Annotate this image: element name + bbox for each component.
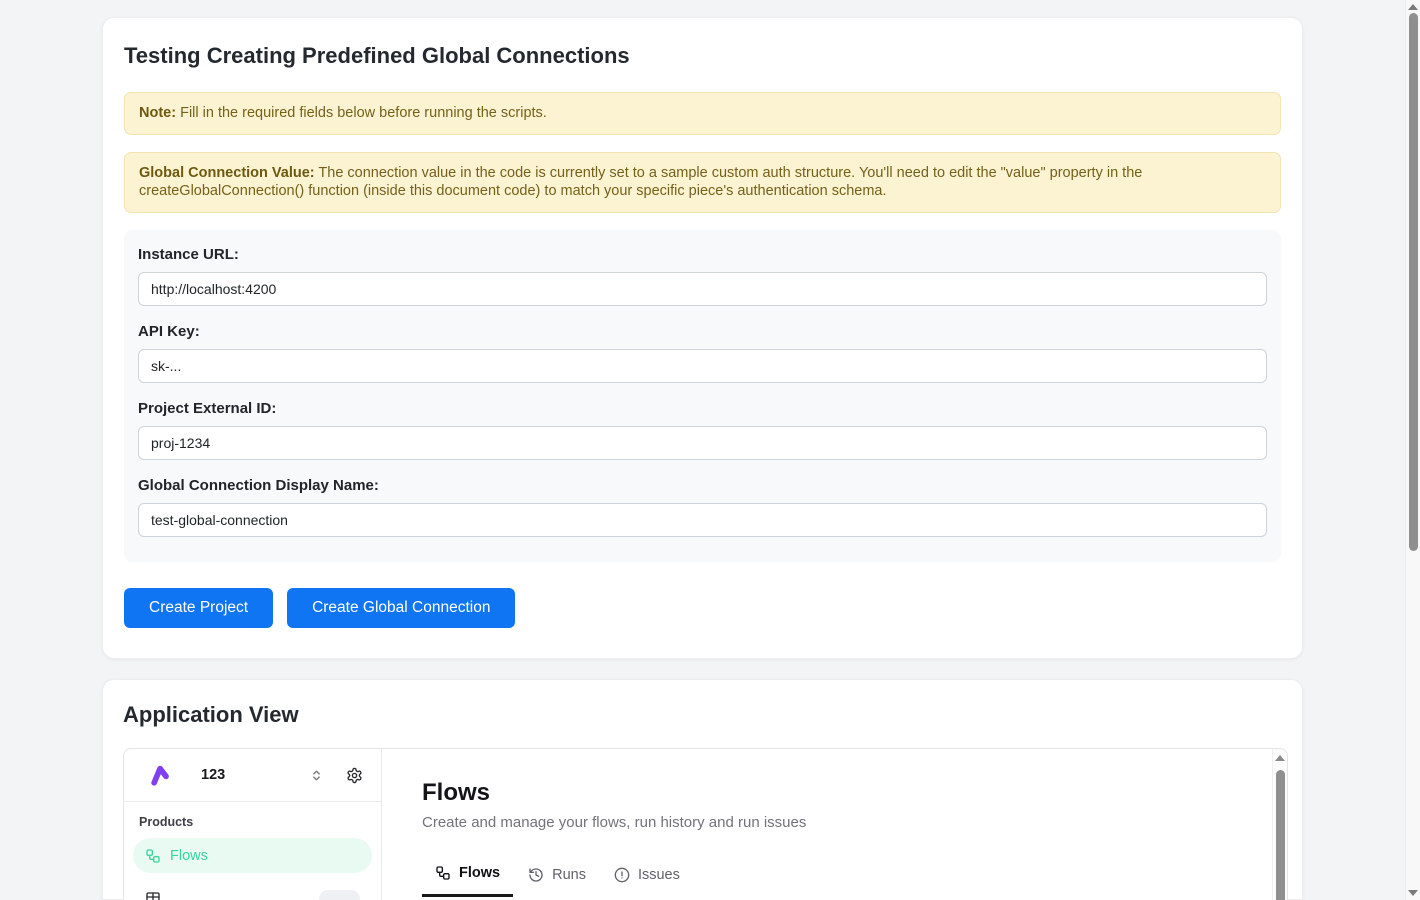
tabs-row: Flows Runs Issues (422, 861, 1287, 897)
app-main-pane: Flows Create and manage your flows, run … (382, 749, 1287, 900)
products-section-label: Products (139, 815, 381, 829)
tab-issues[interactable]: Issues (601, 861, 693, 897)
instance-url-input[interactable] (138, 272, 1267, 306)
api-key-label: API Key: (138, 323, 1267, 340)
field-group-display-name: Global Connection Display Name: (138, 477, 1267, 537)
flows-heading: Flows (422, 779, 1287, 807)
app-frame-scrollbar-thumb[interactable] (1276, 770, 1285, 900)
tab-label: Flows (459, 865, 500, 881)
flows-subtitle: Create and manage your flows, run histor… (422, 814, 1287, 831)
chevrons-up-down-icon[interactable] (310, 768, 323, 783)
connection-form: Instance URL: API Key: Project External … (124, 230, 1281, 562)
create-global-connection-button[interactable]: Create Global Connection (287, 588, 515, 628)
sidebar-item-badge (319, 890, 360, 900)
app-sidebar: 123 Products Flows (124, 749, 382, 900)
history-icon (528, 867, 544, 883)
app-frame-scrollbar[interactable] (1272, 749, 1287, 900)
embedded-app-frame: 123 Products Flows (123, 748, 1288, 900)
scroll-up-icon[interactable] (1275, 755, 1285, 761)
project-name: 123 (201, 767, 225, 783)
api-key-input[interactable] (138, 349, 1267, 383)
page-scrollbar-thumb[interactable] (1409, 13, 1418, 551)
gear-icon[interactable] (346, 767, 363, 784)
project-external-id-label: Project External ID: (138, 400, 1267, 417)
application-view-title: Application View (123, 702, 1282, 728)
sidebar-item-label: Flows (170, 848, 208, 864)
create-project-button[interactable]: Create Project (124, 588, 273, 628)
tab-label: Issues (638, 867, 680, 883)
value-banner-prefix: Global Connection Value: (139, 165, 315, 181)
display-name-input[interactable] (138, 503, 1267, 537)
global-connection-value-banner: Global Connection Value: The connection … (124, 152, 1281, 213)
page-scrollbar[interactable] (1405, 0, 1420, 900)
activepieces-logo-icon (150, 763, 172, 787)
workflow-icon (435, 865, 451, 881)
button-row: Create Project Create Global Connection (124, 588, 515, 628)
page-title: Testing Creating Predefined Global Conne… (124, 43, 1281, 69)
note-banner-text: Fill in the required fields below before… (176, 105, 547, 121)
project-external-id-input[interactable] (138, 426, 1267, 460)
field-group-api-key: API Key: (138, 323, 1267, 383)
scroll-up-icon[interactable] (1408, 4, 1418, 10)
workflow-icon (145, 848, 161, 864)
application-view-card: Application View 123 Products (102, 679, 1303, 900)
tab-runs[interactable]: Runs (515, 861, 599, 897)
setup-card: Testing Creating Predefined Global Conne… (102, 17, 1303, 659)
note-banner: Note: Fill in the required fields below … (124, 92, 1281, 135)
table-icon (145, 891, 161, 900)
tab-flows[interactable]: Flows (422, 861, 513, 897)
display-name-label: Global Connection Display Name: (138, 477, 1267, 494)
field-group-instance-url: Instance URL: (138, 246, 1267, 306)
sidebar-item-flows[interactable]: Flows (133, 838, 372, 873)
tab-label: Runs (552, 867, 586, 883)
sidebar-header: 123 (124, 749, 381, 802)
sidebar-item-partial[interactable] (133, 881, 372, 900)
instance-url-label: Instance URL: (138, 246, 1267, 263)
alert-circle-icon (614, 867, 630, 883)
field-group-project-external-id: Project External ID: (138, 400, 1267, 460)
scroll-down-icon[interactable] (1408, 890, 1418, 896)
note-banner-prefix: Note: (139, 105, 176, 121)
